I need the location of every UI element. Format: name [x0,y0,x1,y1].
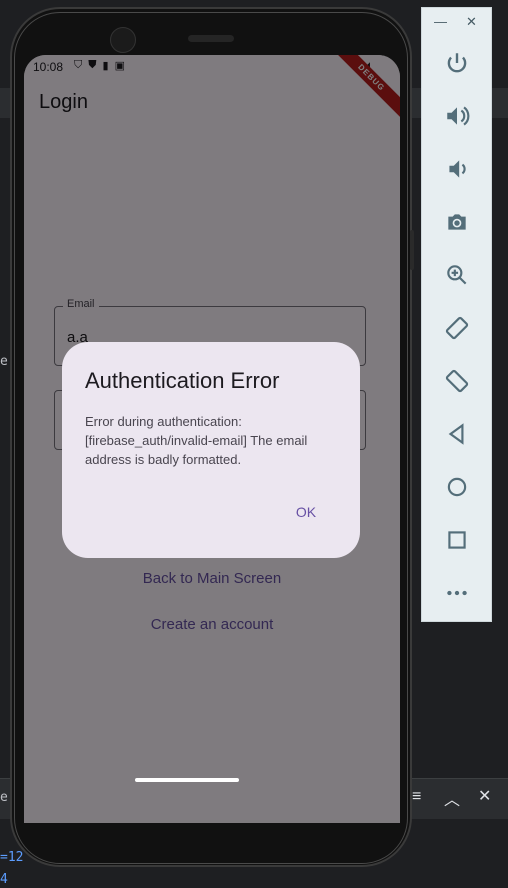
earpiece-speaker [188,35,234,42]
ide-text-fragment: e [0,790,8,805]
rotate-left-icon[interactable] [442,313,472,343]
error-dialog: Authentication Error Error during authen… [62,342,360,558]
back-icon[interactable] [442,419,472,449]
camera-icon[interactable] [442,207,472,237]
rotate-right-icon[interactable] [442,366,472,396]
dialog-message: Error during authentication: [firebase_a… [85,414,308,467]
ide-code-fragment: 4 [0,872,8,887]
volume-down-icon[interactable] [442,154,472,184]
zoom-icon[interactable] [442,260,472,290]
minimize-icon[interactable]: — [434,14,447,29]
device-screen: 10:08 ⛉ ⛊ ▮ ▣ ▾ ◢ DEBUG Login Email a.a … [24,55,400,823]
front-camera [110,27,136,53]
volume-up-icon[interactable] [442,101,472,131]
ide-code-fragment: =12 [0,850,24,865]
close-icon[interactable]: ✕ [478,786,491,806]
home-icon[interactable] [442,472,472,502]
ok-button[interactable]: OK [284,498,328,526]
home-indicator[interactable] [135,778,239,782]
emulator-toolbar: — ✕ [421,7,492,622]
side-button [410,230,414,270]
more-icon[interactable] [442,578,472,608]
overview-icon[interactable] [442,525,472,555]
close-icon[interactable]: ✕ [466,14,477,30]
chevron-up-icon[interactable]: ︿ [444,786,460,810]
power-icon[interactable] [442,48,472,78]
dialog-title: Authentication Error [85,368,280,393]
wrap-lines-icon[interactable]: ≡ [412,788,421,806]
